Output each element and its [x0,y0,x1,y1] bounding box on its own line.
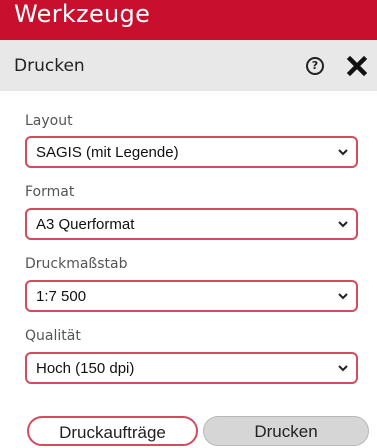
layout-value: SAGIS (mit Legende) [36,144,179,161]
layout-select[interactable]: SAGIS (mit Legende) [25,136,358,168]
chevron-down-icon [338,293,348,300]
help-icon[interactable]: ? [306,57,324,75]
scale-value: 1:7 500 [36,288,87,305]
layout-label: Layout [25,113,73,129]
close-icon[interactable] [345,54,369,78]
tools-title: Werkzeuge [14,0,151,28]
scale-label: Druckmaßstab [25,256,128,272]
format-label: Format [25,184,75,200]
quality-label: Qualität [25,328,81,344]
format-value: A3 Querformat [36,216,135,233]
panel-title: Drucken [14,56,85,76]
quality-select[interactable]: Hoch (150 dpi) [25,352,358,384]
chevron-down-icon [338,221,348,228]
chevron-down-icon [338,149,348,156]
scale-select[interactable]: 1:7 500 [25,280,358,312]
quality-value: Hoch (150 dpi) [36,360,135,377]
tools-header: Werkzeuge [0,0,377,40]
chevron-down-icon [338,365,348,372]
format-select[interactable]: A3 Querformat [25,208,358,240]
